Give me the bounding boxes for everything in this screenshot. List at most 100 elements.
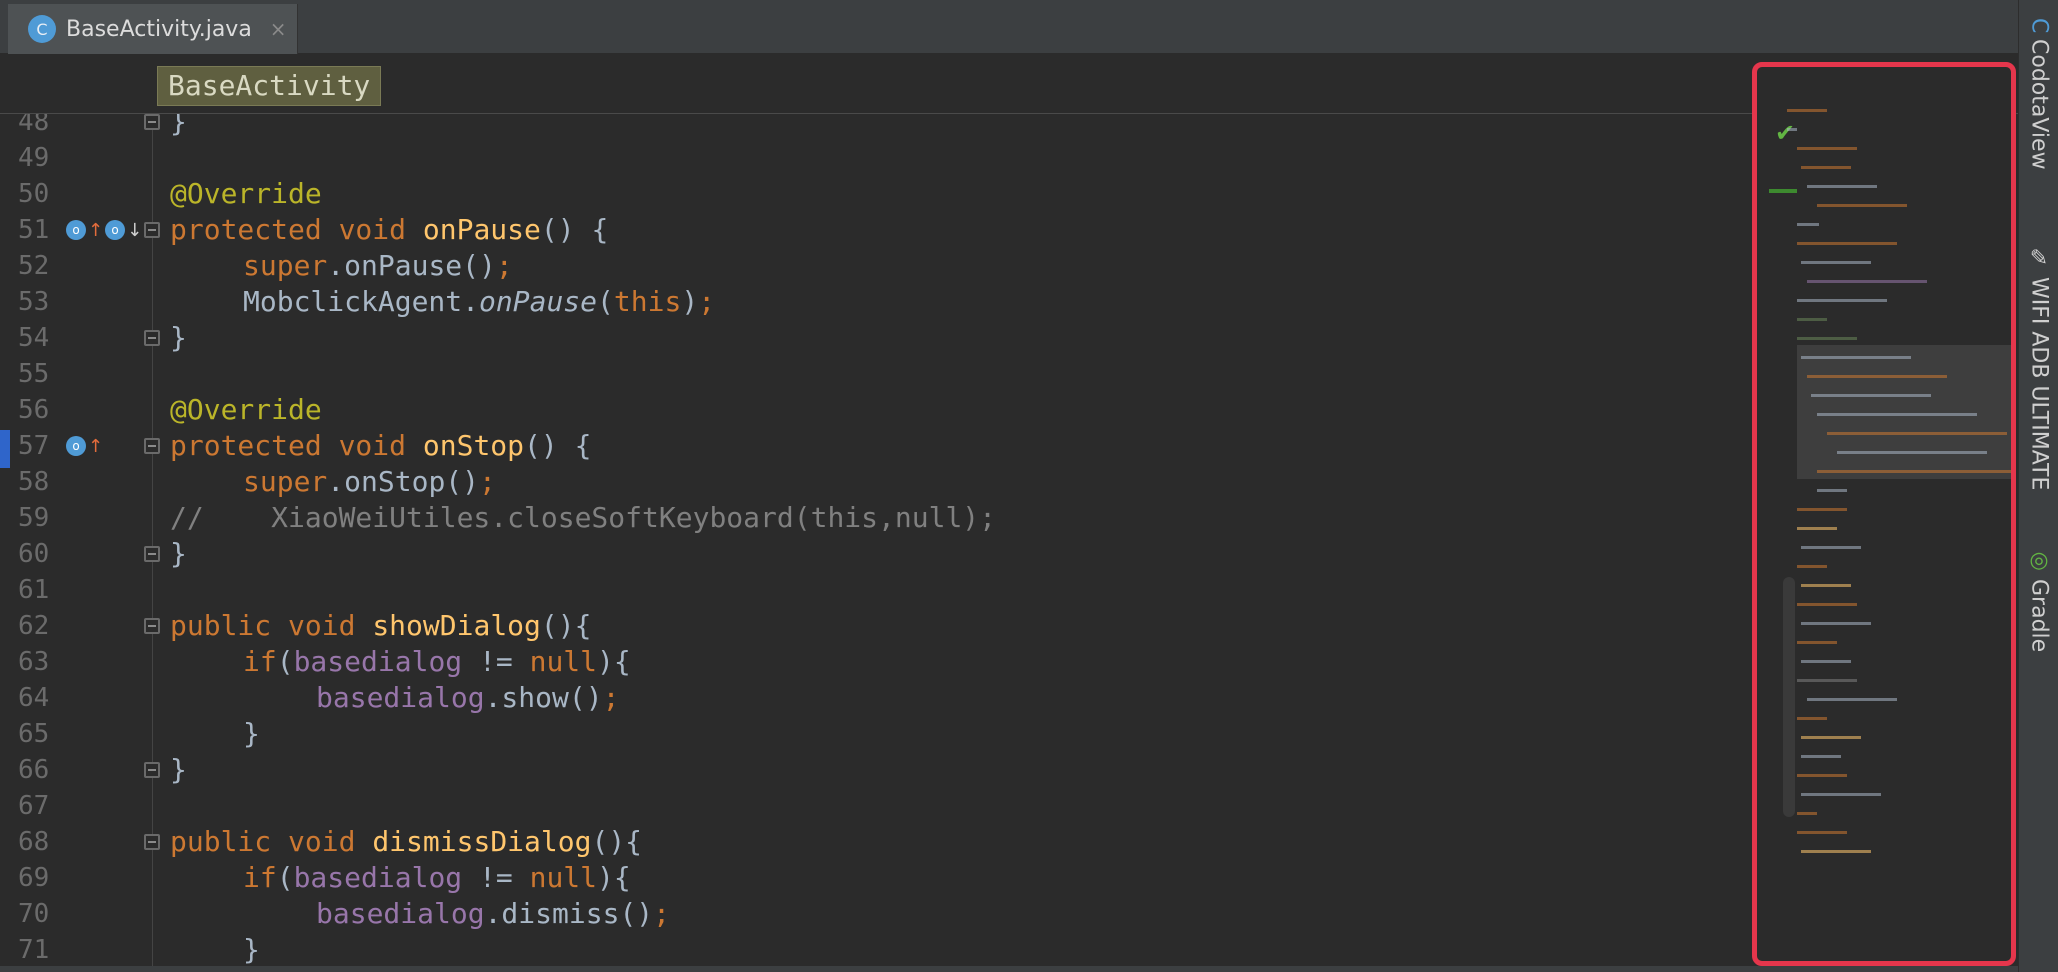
- minimap-line: [1827, 432, 2007, 435]
- close-icon[interactable]: ×: [270, 17, 287, 41]
- change-marker: [1769, 189, 1797, 193]
- fold-icon[interactable]: [144, 618, 160, 634]
- line-number: 71: [18, 935, 50, 965]
- code-line[interactable]: 61: [10, 572, 1750, 608]
- minimap-line: [1801, 546, 1861, 549]
- line-number: 58: [18, 467, 50, 497]
- minimap-line: [1787, 128, 1797, 131]
- minimap-line: [1801, 736, 1861, 739]
- line-number: 54: [18, 323, 50, 353]
- override-marker-icon[interactable]: o ↑ o ↓: [66, 218, 142, 242]
- code-text: basedialog.show();: [316, 681, 620, 714]
- minimap-line: [1817, 413, 1977, 416]
- code-minimap[interactable]: ✔: [1752, 62, 2016, 966]
- code-editor[interactable]: 48} 49 50 @Override 51 o ↑ o ↓ protected void onP…: [10, 114, 2018, 972]
- line-number: 70: [18, 899, 50, 929]
- code-line[interactable]: 66}: [10, 752, 1750, 788]
- fold-icon[interactable]: [144, 762, 160, 778]
- minimap-line: [1807, 280, 1927, 283]
- minimap-line: [1817, 489, 1847, 492]
- code-line[interactable]: 65}: [10, 716, 1750, 752]
- line-number: 59: [18, 503, 50, 533]
- fold-icon[interactable]: [144, 330, 160, 346]
- code-line[interactable]: 57 o ↑ protected void onStop() {: [10, 428, 1750, 464]
- code-line[interactable]: 60}: [10, 536, 1750, 572]
- tool-label: CodotaView: [2026, 39, 2052, 170]
- code-line[interactable]: 51 o ↑ o ↓ protected void onPause() {: [10, 212, 1750, 248]
- minimap-line: [1797, 508, 1847, 511]
- code-text: public void dismissDialog(){: [170, 825, 643, 858]
- tool-label: WIFI ADB ULTIMATE: [2026, 277, 2052, 491]
- fold-icon[interactable]: [144, 114, 160, 130]
- code-line[interactable]: 49: [10, 140, 1750, 176]
- code-line[interactable]: 70 basedialog.dismiss();: [10, 896, 1750, 932]
- fold-icon[interactable]: [144, 546, 160, 562]
- code-line[interactable]: 53 MobclickAgent.onPause(this);: [10, 284, 1750, 320]
- breadcrumb-class[interactable]: BaseActivity: [157, 66, 382, 106]
- tab-label: BaseActivity.java: [66, 16, 252, 42]
- code-line[interactable]: 48}: [10, 114, 1750, 140]
- status-bar-edge: [0, 966, 2018, 972]
- minimap-line: [1797, 774, 1847, 777]
- fold-icon[interactable]: [144, 438, 160, 454]
- minimap-line: [1797, 147, 1857, 150]
- code-line[interactable]: 71}: [10, 932, 1750, 968]
- minimap-line: [1837, 451, 1987, 454]
- minimap-line: [1807, 185, 1877, 188]
- line-number: 57: [18, 431, 50, 461]
- minimap-line: [1797, 527, 1837, 530]
- code-text: }: [243, 933, 260, 966]
- right-tool-strip: C CodotaView ✎ WIFI ADB ULTIMATE ◎ Gradl…: [2018, 0, 2058, 972]
- fold-icon[interactable]: [144, 834, 160, 850]
- scrollbar[interactable]: [1783, 577, 1795, 817]
- line-number: 51: [18, 215, 50, 245]
- minimap-line: [1797, 318, 1827, 321]
- line-number: 68: [18, 827, 50, 857]
- minimap-line: [1817, 204, 1907, 207]
- code-line[interactable]: 50 @Override: [10, 176, 1750, 212]
- code-line[interactable]: 68 public void dismissDialog(){: [10, 824, 1750, 860]
- line-number: 66: [18, 755, 50, 785]
- code-line[interactable]: 59 // XiaoWeiUtiles.closeSoftKeyboard(thi…: [10, 500, 1750, 536]
- minimap-line: [1797, 299, 1887, 302]
- minimap-line: [1801, 755, 1841, 758]
- code-line[interactable]: 69 if(basedialog != null){: [10, 860, 1750, 896]
- line-number: 49: [18, 143, 50, 173]
- tool-gradle[interactable]: ◎ Gradle: [2025, 548, 2053, 652]
- code-line[interactable]: 52 super.onPause();: [10, 248, 1750, 284]
- minimap-line: [1801, 261, 1871, 264]
- line-number: 61: [18, 575, 50, 605]
- code-text: basedialog.dismiss();: [316, 897, 671, 930]
- code-line[interactable]: 55: [10, 356, 1750, 392]
- tool-label: Gradle: [2026, 579, 2052, 653]
- code-text: }: [170, 321, 187, 354]
- line-number: 63: [18, 647, 50, 677]
- tab-baseactivity[interactable]: C BaseActivity.java ×: [8, 4, 298, 54]
- minimap-line: [1801, 850, 1871, 853]
- code-line[interactable]: 64 basedialog.show();: [10, 680, 1750, 716]
- line-number: 64: [18, 683, 50, 713]
- minimap-line: [1797, 242, 1897, 245]
- minimap-line: [1787, 109, 1827, 112]
- tool-wifi-adb[interactable]: ✎ WIFI ADB ULTIMATE: [2025, 246, 2053, 490]
- code-line[interactable]: 58 super.onStop();: [10, 464, 1750, 500]
- code-text: MobclickAgent.onPause(this);: [243, 285, 716, 318]
- line-number: 52: [18, 251, 50, 281]
- override-marker-icon[interactable]: o ↑: [66, 434, 103, 458]
- code-line[interactable]: 62 public void showDialog(){: [10, 608, 1750, 644]
- line-number: 62: [18, 611, 50, 641]
- code-text: super.onPause();: [243, 249, 513, 282]
- code-line[interactable]: 56 @Override: [10, 392, 1750, 428]
- fold-icon[interactable]: [144, 222, 160, 238]
- minimap-viewport[interactable]: [1797, 345, 2011, 479]
- line-number: 50: [18, 179, 50, 209]
- minimap-line: [1797, 337, 1857, 340]
- gradle-icon: ◎: [2026, 548, 2052, 573]
- class-icon: C: [28, 15, 56, 43]
- code-line[interactable]: 67: [10, 788, 1750, 824]
- minimap-line: [1807, 698, 1897, 701]
- code-line[interactable]: 54}: [10, 320, 1750, 356]
- code-line[interactable]: 63 if(basedialog != null){: [10, 644, 1750, 680]
- minimap-line: [1801, 166, 1851, 169]
- tool-codota[interactable]: C CodotaView: [2025, 18, 2053, 170]
